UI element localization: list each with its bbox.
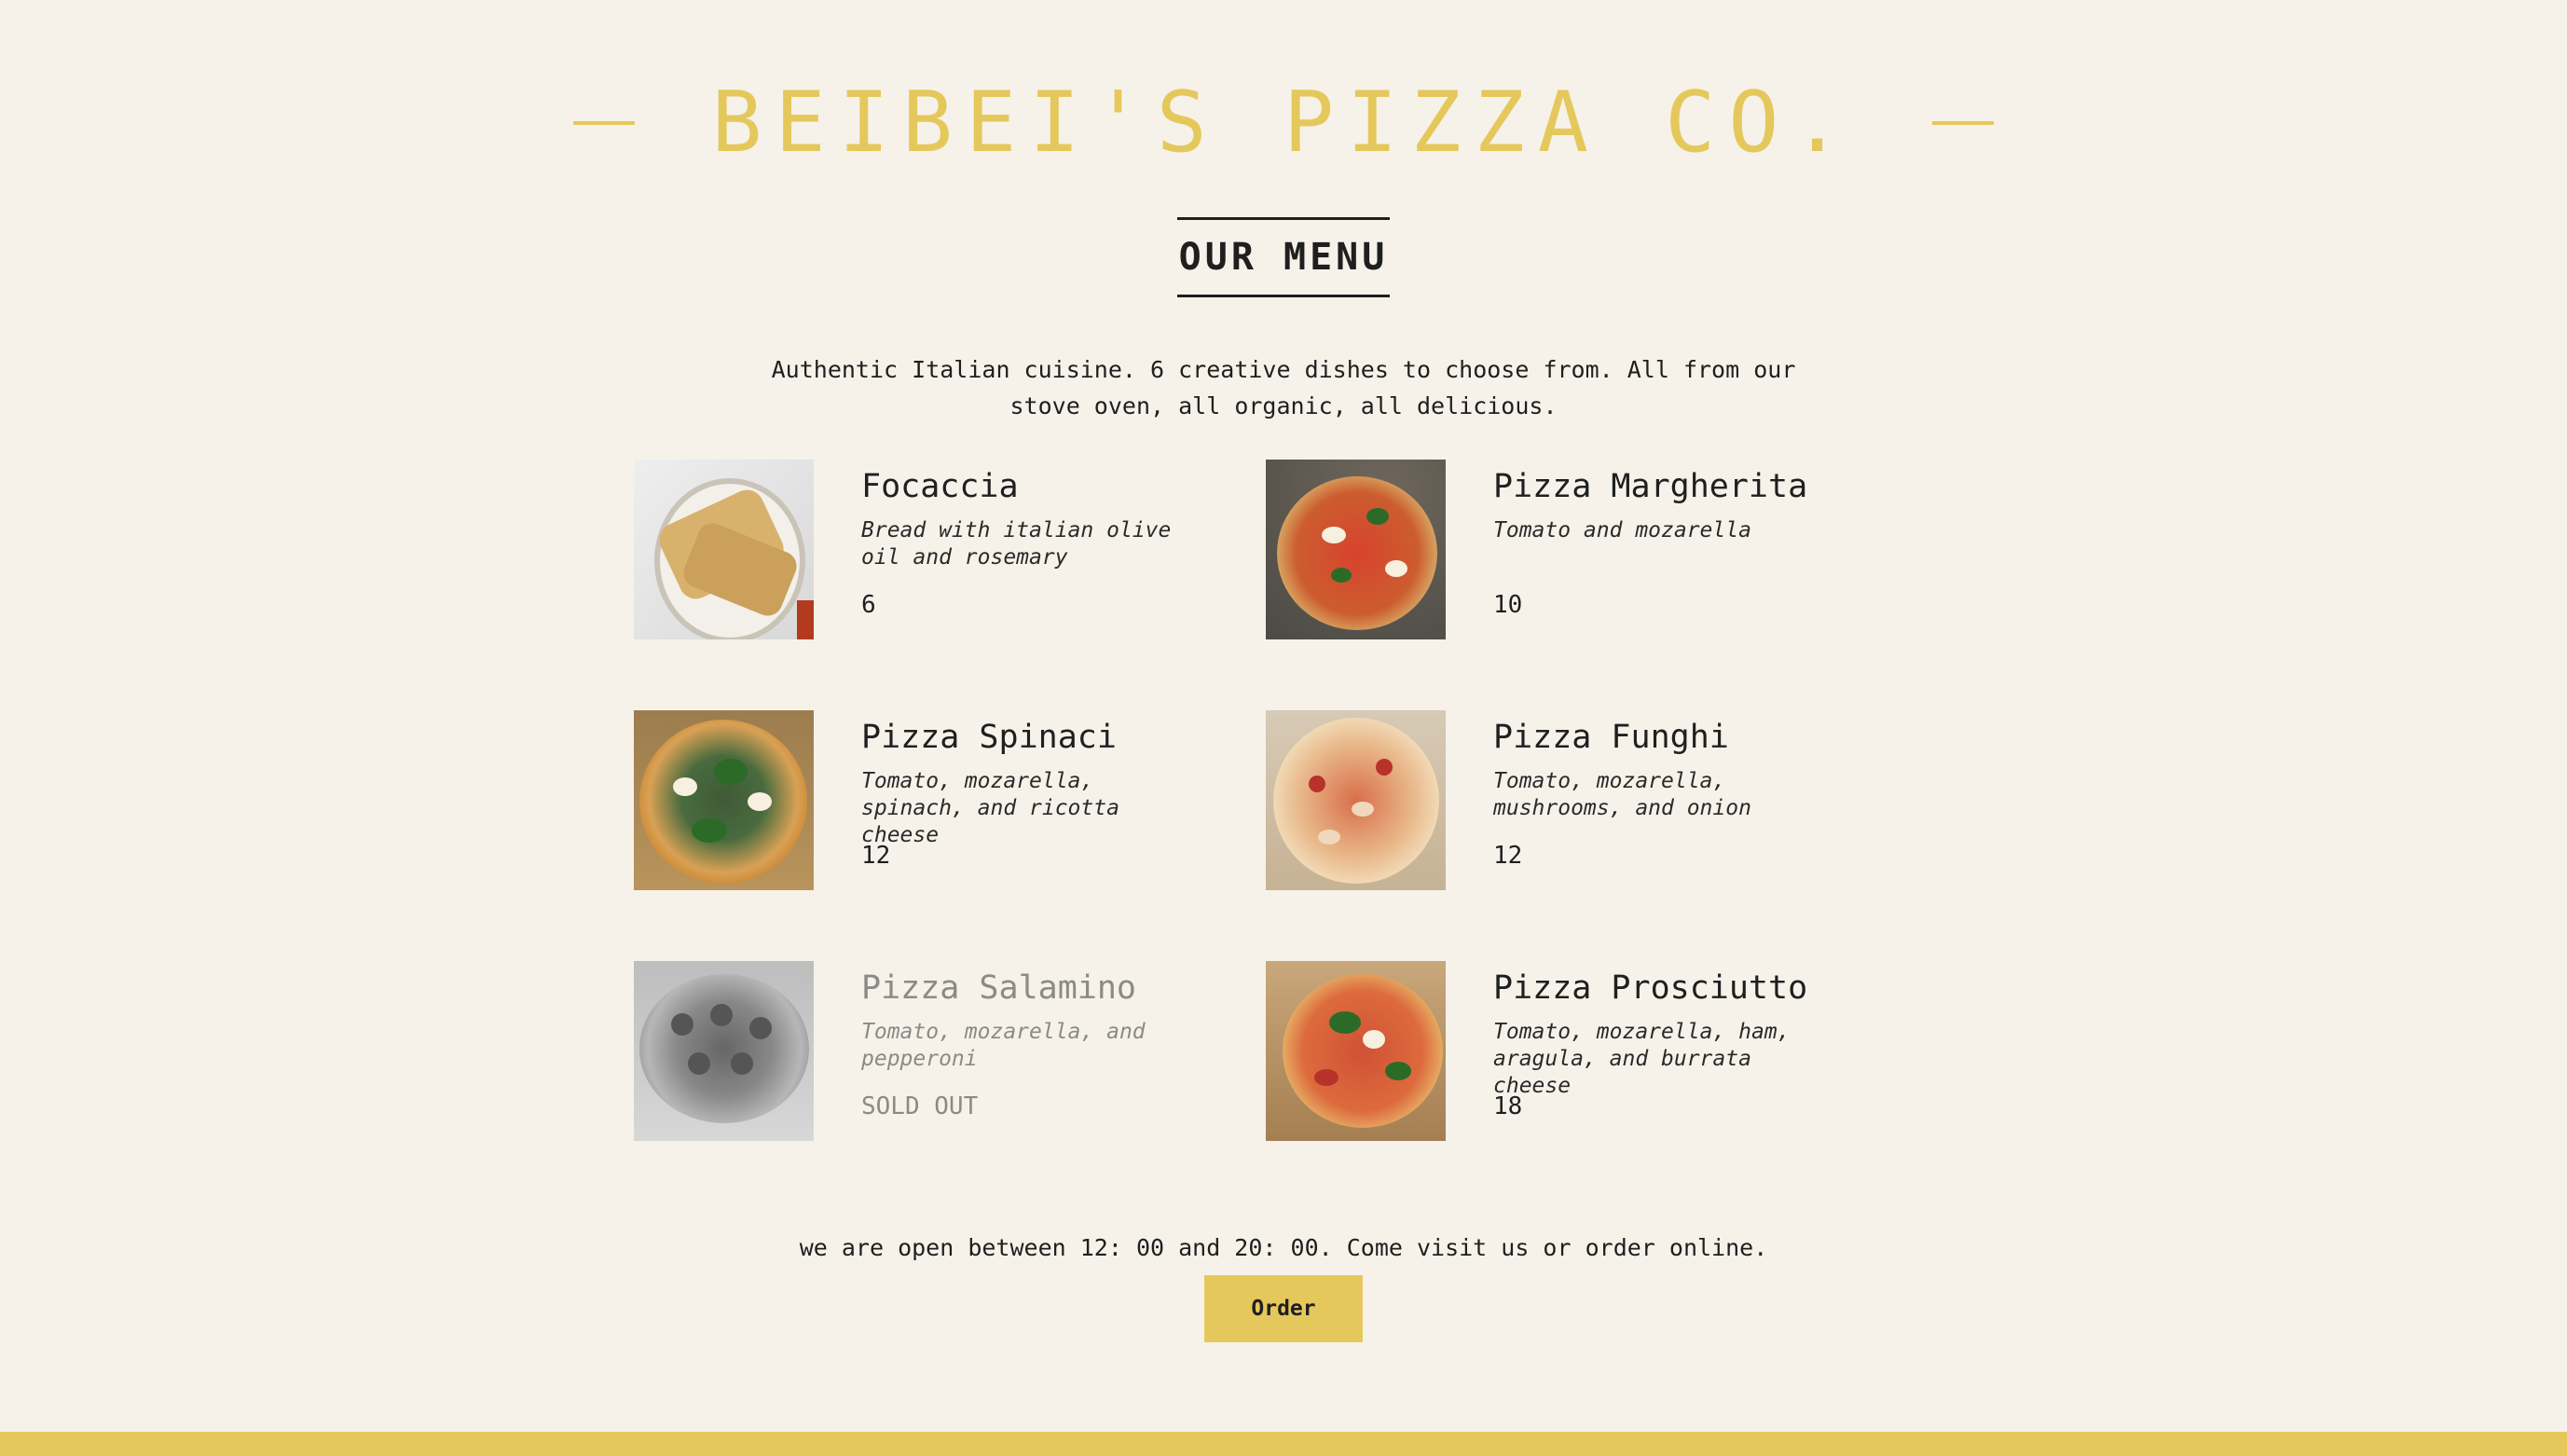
menu-item-description: Tomato, mozarella, ham, aragula, and bur… [1493, 1020, 1791, 1098]
menu-item-pizza-prosciutto: Pizza Prosciutto Tomato, mozarella, ham,… [1266, 961, 1864, 1212]
menu-item-name: Pizza Spinaci [861, 719, 1117, 756]
menu-item-price: 12 [1493, 842, 1523, 870]
spinach-topping [692, 818, 727, 843]
pepperoni-topping [710, 1004, 733, 1026]
menu-item-name: Pizza Margherita [1493, 468, 1808, 505]
pizza-spinaci-image [634, 710, 814, 890]
menu-item-name: Focaccia [861, 468, 1019, 505]
onion-topping [1309, 776, 1325, 792]
menu-title: OUR MENU [1176, 217, 1391, 298]
menu-item-description: Tomato, mozarella, spinach, and ricotta … [861, 769, 1119, 847]
basil-topping [1366, 508, 1389, 525]
menu-item-price: 6 [861, 591, 876, 619]
arugula-topping [1385, 1062, 1411, 1080]
pizza-graphic [1283, 974, 1443, 1128]
menu-heading-wrap: OUR MENU [0, 186, 2567, 328]
burrata-topping [1363, 1030, 1385, 1049]
image-corner-graphic [797, 600, 814, 639]
pepperoni-topping [749, 1017, 772, 1039]
menu-item-pizza-spinaci: Pizza Spinaci Tomato, mozarella, spinach… [634, 710, 1266, 961]
pepperoni-topping [731, 1052, 753, 1075]
arugula-topping [1329, 1011, 1361, 1034]
menu-item-info: Pizza Funghi Tomato, mozarella, mushroom… [1493, 710, 1838, 871]
pizza-graphic [1277, 476, 1437, 630]
basil-topping [1331, 568, 1352, 583]
cheese-topping [1385, 560, 1407, 577]
pizza-graphic [1273, 718, 1439, 884]
menu-item-pizza-salamino: Pizza Salamino Tomato, mozarella, and pe… [634, 961, 1266, 1212]
order-button[interactable]: Order [1204, 1275, 1363, 1342]
pizza-graphic [639, 720, 807, 884]
ham-topping [1314, 1069, 1338, 1086]
menu-item-pizza-margherita: Pizza Margherita Tomato and mozarella 10 [1266, 460, 1864, 710]
menu-item-info: Pizza Salamino Tomato, mozarella, and pe… [861, 961, 1206, 1121]
pizza-salamino-image [634, 961, 814, 1141]
menu-item-info: Pizza Margherita Tomato and mozarella 10 [1493, 460, 1838, 620]
order-button-wrap: Order [0, 1275, 2567, 1342]
menu-item-description: Tomato, mozarella, mushrooms, and onion [1493, 769, 1751, 820]
menu-item-description: Tomato and mozarella [1493, 518, 1751, 543]
ricotta-topping [748, 792, 772, 811]
menu-item-info: Pizza Prosciutto Tomato, mozarella, ham,… [1493, 961, 1838, 1121]
onion-topping [1376, 759, 1393, 776]
menu-item-info: Pizza Spinaci Tomato, mozarella, spinach… [861, 710, 1206, 871]
pepperoni-topping [671, 1013, 693, 1036]
header-left-dash [573, 121, 636, 126]
mushroom-topping [1352, 802, 1374, 817]
menu-item-description: Bread with italian olive oil and rosemar… [861, 518, 1172, 570]
pizza-graphic [639, 974, 809, 1123]
opening-hours: we are open between 12: 00 and 20: 00. C… [799, 1234, 1768, 1261]
pizza-prosciutto-image [1266, 961, 1446, 1141]
focaccia-image [634, 460, 814, 639]
menu-item-price: 10 [1493, 591, 1523, 619]
header-right-dash [1931, 121, 1994, 126]
mushroom-topping [1318, 830, 1340, 845]
menu-item-description: Tomato, mozarella, and pepperoni [861, 1020, 1146, 1071]
pepperoni-topping [688, 1052, 710, 1075]
pizza-funghi-image [1266, 710, 1446, 890]
menu-item-name: Pizza Funghi [1493, 719, 1729, 756]
menu-intro: Authentic Italian cuisine. 6 creative di… [771, 356, 1796, 419]
menu-grid: Focaccia Bread with italian olive oil an… [634, 460, 1864, 1212]
menu-item-pizza-funghi: Pizza Funghi Tomato, mozarella, mushroom… [1266, 710, 1864, 961]
site-title: BEIBEI'S PIZZA CO. [711, 74, 1856, 172]
menu-item-name: Pizza Prosciutto [1493, 969, 1808, 1007]
spinach-topping [714, 759, 748, 785]
footer-bar [0, 1432, 2567, 1456]
menu-item-focaccia: Focaccia Bread with italian olive oil an… [634, 460, 1266, 710]
cheese-topping [1322, 527, 1346, 543]
sold-out-label: SOLD OUT [861, 1092, 979, 1120]
ricotta-topping [673, 777, 697, 796]
menu-item-info: Focaccia Bread with italian olive oil an… [861, 460, 1206, 620]
pizza-menu-page: BEIBEI'S PIZZA CO. OUR MENU Authentic It… [0, 0, 2567, 1456]
pizza-margherita-image [1266, 460, 1446, 639]
menu-item-name: Pizza Salamino [861, 969, 1137, 1007]
